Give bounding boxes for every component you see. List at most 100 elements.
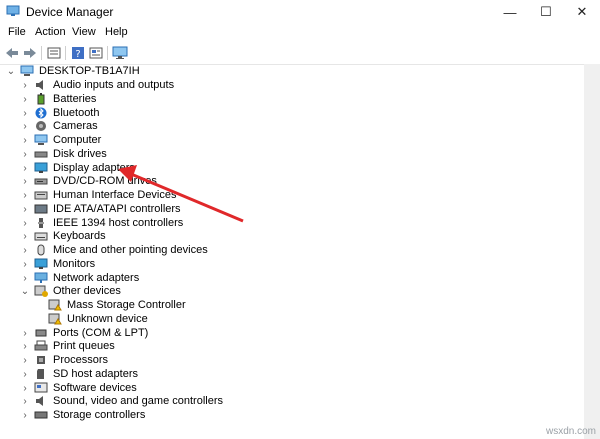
tree-item-label: Keyboards (53, 230, 106, 242)
minimize-button[interactable]: — (492, 0, 528, 24)
hid-icon (34, 189, 48, 201)
tree-item-label: Human Interface Devices (53, 189, 177, 201)
tree-item-other-devices[interactable]: ⌄ Other devices (20, 284, 121, 298)
tree-item-label: Unknown device (67, 313, 148, 325)
chevron-right-icon[interactable]: › (20, 119, 30, 133)
tree-root[interactable]: ⌄ DESKTOP-TB1A7IH (6, 64, 140, 78)
chevron-right-icon[interactable]: › (20, 92, 30, 106)
chevron-right-icon[interactable]: › (20, 229, 30, 243)
tree-item-network-adapters[interactable]: › Network adapters (20, 271, 139, 285)
menu-file[interactable]: File (8, 26, 26, 38)
tree-item-label: SD host adapters (53, 368, 138, 380)
tree-item-label: Cameras (53, 120, 98, 132)
tree-item-storage-controllers[interactable]: › Storage controllers (20, 408, 145, 422)
tree-item-sound-video-and-game-controllers[interactable]: › Sound, video and game controllers (20, 394, 223, 408)
tree-item-ide-ata-atapi-controllers[interactable]: › IDE ATA/ATAPI controllers (20, 202, 180, 216)
computer-icon (20, 65, 34, 77)
chevron-right-icon[interactable]: › (20, 202, 30, 216)
tree-item-ieee-1394-host-controllers[interactable]: › IEEE 1394 host controllers (20, 216, 183, 230)
tree-item-label: Ports (COM & LPT) (53, 327, 149, 339)
toolbar-separator (107, 46, 108, 60)
tree-item-cameras[interactable]: › Cameras (20, 119, 98, 133)
chevron-right-icon[interactable]: › (20, 147, 30, 161)
menu-help[interactable]: Help (105, 26, 128, 38)
chevron-right-icon[interactable]: › (20, 408, 30, 422)
tree-item-label: Bluetooth (53, 107, 100, 119)
tree-item-label: Disk drives (53, 148, 107, 160)
dvd-icon (34, 175, 48, 187)
tree-item-disk-drives[interactable]: › Disk drives (20, 147, 107, 161)
ieee-icon (34, 217, 48, 229)
tree-item-label: Other devices (53, 285, 121, 297)
printer-icon (34, 340, 48, 352)
chevron-right-icon[interactable]: › (20, 106, 30, 120)
tree-item-label: Mice and other pointing devices (53, 244, 208, 256)
tree-item-monitors[interactable]: › Monitors (20, 257, 95, 271)
chevron-right-icon[interactable]: › (20, 78, 30, 92)
tree-item-display-adapters[interactable]: › Display adapters (20, 161, 135, 175)
tree-item-dvd-cd-rom-drives[interactable]: › DVD/CD-ROM drives (20, 174, 157, 188)
tree-item-label: Monitors (53, 258, 96, 270)
chevron-right-icon[interactable]: › (20, 339, 30, 353)
speaker-icon (34, 79, 48, 91)
tree-item-print-queues[interactable]: › Print queues (20, 339, 114, 353)
battery-icon (34, 93, 48, 105)
maximize-button[interactable]: ☐ (528, 0, 564, 24)
chevron-right-icon[interactable]: › (20, 188, 30, 202)
monitor-icon[interactable] (112, 45, 128, 61)
chevron-right-icon[interactable]: › (20, 243, 30, 257)
display-icon (34, 162, 48, 174)
chevron-right-icon[interactable]: › (20, 367, 30, 381)
storage-icon (34, 409, 48, 421)
chevron-right-icon[interactable]: › (20, 257, 30, 271)
menu-view[interactable]: View (72, 26, 96, 38)
chevron-right-icon[interactable]: › (20, 394, 30, 408)
tree-item-mass-storage-controller[interactable]: Mass Storage Controller (48, 298, 186, 312)
device-tree: ⌄ DESKTOP-TB1A7IH › Audio inputs and outp… (0, 64, 584, 439)
mouse-icon (34, 244, 48, 256)
tree-item-computer[interactable]: › Computer (20, 133, 101, 147)
tree-item-label: IEEE 1394 host controllers (53, 217, 184, 229)
tree-item-ports-com-lpt[interactable]: › Ports (COM & LPT) (20, 326, 148, 340)
tree-item-unknown-device[interactable]: Unknown device (48, 312, 148, 326)
tree-root-label: DESKTOP-TB1A7IH (39, 65, 140, 77)
chevron-right-icon[interactable]: › (20, 381, 30, 395)
tree-item-keyboards[interactable]: › Keyboards (20, 229, 106, 243)
svg-text:?: ? (75, 49, 80, 60)
camera-icon (34, 120, 48, 132)
chevron-right-icon[interactable]: › (20, 174, 30, 188)
help-icon[interactable]: ? (70, 45, 86, 61)
toolbar-separator (65, 46, 66, 60)
tree-item-label: Computer (53, 134, 102, 146)
computer-icon (34, 134, 48, 146)
tree-item-batteries[interactable]: › Batteries (20, 92, 96, 106)
tree-item-mice-and-other-pointing-devices[interactable]: › Mice and other pointing devices (20, 243, 208, 257)
forward-icon[interactable] (22, 45, 38, 61)
chevron-down-icon[interactable]: ⌄ (6, 64, 16, 78)
tree-item-software-devices[interactable]: › Software devices (20, 381, 136, 395)
chevron-right-icon[interactable]: › (20, 216, 30, 230)
toolbar: ? (0, 42, 600, 65)
tree-item-label: Mass Storage Controller (67, 299, 186, 311)
show-hidden-icon[interactable] (88, 45, 104, 61)
tree-item-sd-host-adapters[interactable]: › SD host adapters (20, 367, 138, 381)
properties-icon[interactable] (46, 45, 62, 61)
unknown-device-icon (34, 285, 48, 297)
tree-item-audio-inputs-and-outputs[interactable]: › Audio inputs and outputs (20, 78, 174, 92)
chevron-right-icon[interactable]: › (20, 161, 30, 175)
chevron-down-icon[interactable]: ⌄ (20, 284, 30, 298)
tree-item-bluetooth[interactable]: › Bluetooth (20, 106, 99, 120)
chevron-right-icon[interactable]: › (20, 133, 30, 147)
close-button[interactable]: ✕ (564, 0, 600, 24)
menu-action[interactable]: Action (35, 26, 66, 38)
back-icon[interactable] (4, 45, 20, 61)
chevron-right-icon[interactable]: › (20, 326, 30, 340)
tree-item-processors[interactable]: › Processors (20, 353, 108, 367)
chevron-right-icon[interactable]: › (20, 271, 30, 285)
tree-item-human-interface-devices[interactable]: › Human Interface Devices (20, 188, 177, 202)
bluetooth-icon (34, 107, 48, 119)
chevron-right-icon[interactable]: › (20, 353, 30, 367)
vertical-scrollbar[interactable] (584, 64, 600, 439)
watermark: wsxdn.com (545, 426, 596, 437)
sd-icon (34, 368, 48, 380)
